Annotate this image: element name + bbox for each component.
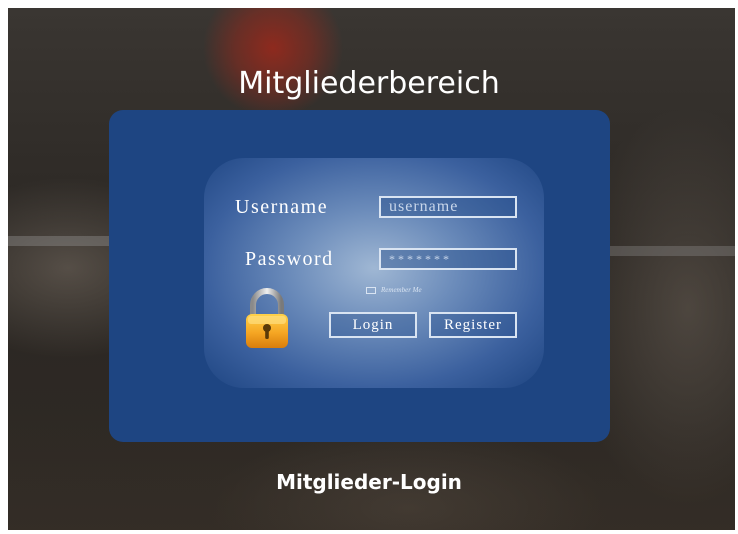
login-button-image: Login: [329, 312, 417, 338]
remember-me: Remember Me: [366, 284, 422, 296]
username-label: Username: [235, 196, 329, 218]
login-card-link[interactable]: Username username Password ******* Remem…: [109, 110, 610, 442]
password-field-image: *******: [379, 248, 517, 270]
password-label: Password: [245, 248, 334, 270]
page-heading: Mitgliederbereich: [238, 66, 500, 101]
login-image: Username username Password ******* Remem…: [209, 158, 539, 383]
padlock-icon: [246, 288, 288, 348]
remember-label: Remember Me: [381, 286, 422, 294]
username-field-image: username: [379, 196, 517, 218]
background-table-edge: [595, 246, 735, 256]
register-button-image: Register: [429, 312, 517, 338]
remember-checkbox-image: [366, 286, 376, 294]
member-login-caption[interactable]: Mitglieder-Login: [0, 470, 738, 494]
